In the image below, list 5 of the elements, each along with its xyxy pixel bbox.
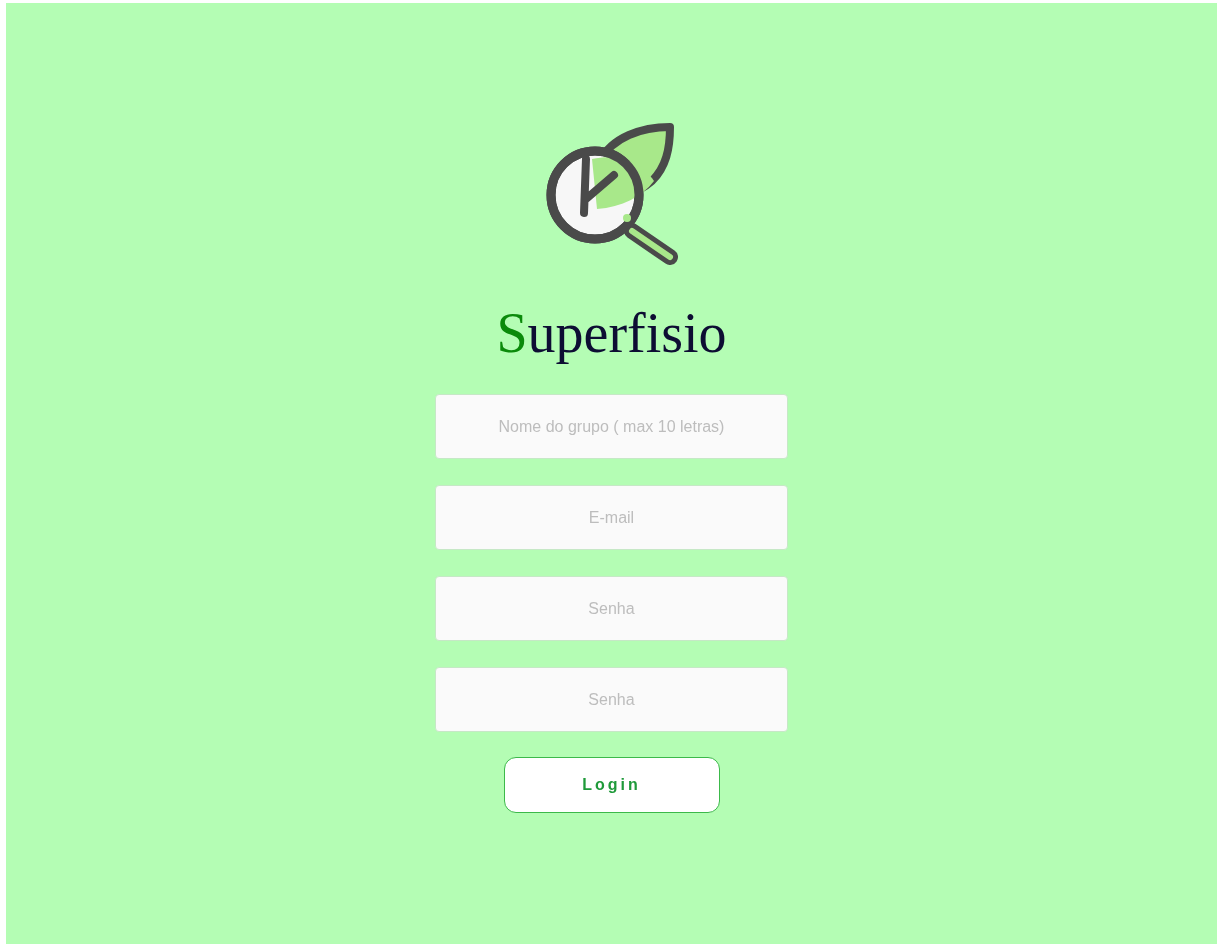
input-field[interactable]: Senha (435, 576, 788, 641)
input-field[interactable]: E-mail (435, 485, 788, 550)
login-button[interactable]: Login (503, 757, 720, 813)
input-field[interactable]: Nome do grupo ( max 10 letras) (435, 394, 788, 459)
input-field[interactable]: Senha (435, 667, 788, 732)
